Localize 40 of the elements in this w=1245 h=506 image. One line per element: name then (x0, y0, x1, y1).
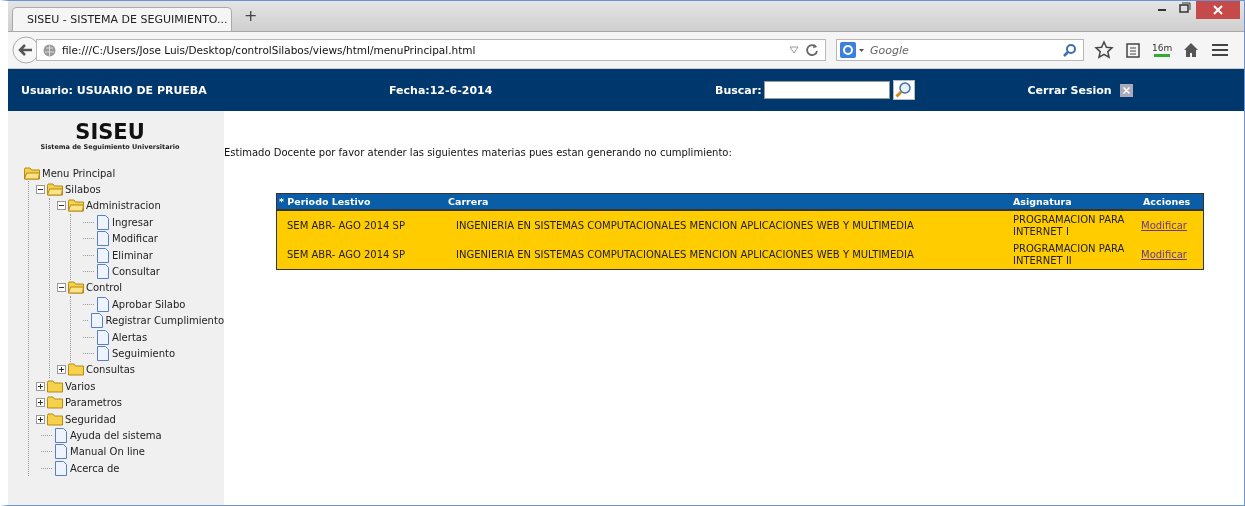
user-label: Usuario: USUARIO DE PRUEBA (21, 83, 208, 97)
table-cell: SEM ABR- AGO 2014 SP (276, 240, 446, 270)
table-cell: PROGRAMACION PARA INTERNET II (1013, 240, 1141, 270)
logout-link[interactable]: Cerrar Sesion (1027, 83, 1112, 97)
table-cell: PROGRAMACION PARA INTERNET I (1013, 210, 1141, 240)
tree-item[interactable]: Manual On line (70, 446, 145, 458)
tree-item[interactable]: Aprobar Silabo (112, 298, 186, 310)
tree-item[interactable]: Administracion (86, 200, 161, 212)
tree-item[interactable]: Modificar (112, 233, 158, 245)
tree-item[interactable]: Seguimiento (112, 348, 175, 359)
address-bar[interactable]: file:///C:/Users/Jose Luis/Desktop/controlSilabos/views/html/menuPrincipal.html (36, 39, 826, 61)
browser-tab[interactable]: SISEU - SISTEMA DE SEGUIMIENTO... (12, 7, 232, 31)
tree-item[interactable]: Ayuda del sistema (70, 429, 162, 441)
downloads-button[interactable]: 16m (1152, 43, 1173, 57)
search-field[interactable]: Google (836, 39, 1084, 61)
search-label: Buscar: (715, 83, 762, 97)
tree-item[interactable]: Alertas (112, 331, 148, 343)
column-header: Asignatura (1013, 193, 1141, 210)
tree-item[interactable]: Registrar Cumplimiento (105, 315, 224, 327)
table-cell: INGENIERIA EN SISTEMAS COMPUTACIONALES MENCION APLICACIONES WEB Y MULTIMEDIA (446, 210, 1013, 240)
tree-item[interactable]: Consultas (86, 364, 136, 376)
column-header: Carrera (446, 193, 1013, 210)
tree-item[interactable]: Menu Principal (42, 167, 116, 179)
tree-item[interactable]: Seguridad (65, 413, 116, 425)
table-cell: INGENIERIA EN SISTEMAS COMPUTACIONALES MENCION APLICACIONES WEB Y MULTIMEDIA (446, 240, 1013, 270)
tree-item[interactable]: Ingresar (112, 216, 154, 228)
logo-title: SISEU (74, 121, 146, 143)
tree-item[interactable]: Acerca de (70, 462, 120, 474)
tree-item[interactable]: Silabos (65, 184, 101, 196)
column-header: * Periodo Lestivo (276, 193, 446, 210)
column-header: Acciones (1141, 193, 1204, 210)
tree-item[interactable]: Control (86, 282, 123, 294)
date-label: Fecha:12-6-2014 (389, 83, 494, 97)
tree-item[interactable]: Parametros (65, 397, 122, 409)
notice-text: Estimado Docente por favor atender las siguientes materias pues estan generando no cumplimiento: (224, 147, 733, 158)
tree-item[interactable]: Consultar (112, 266, 160, 278)
new-tab-button[interactable]: + (238, 6, 264, 31)
tree-item[interactable]: Varios (65, 380, 96, 392)
table-cell: SEM ABR- AGO 2014 SP (276, 210, 446, 240)
tree-item[interactable]: Eliminar (112, 249, 153, 261)
